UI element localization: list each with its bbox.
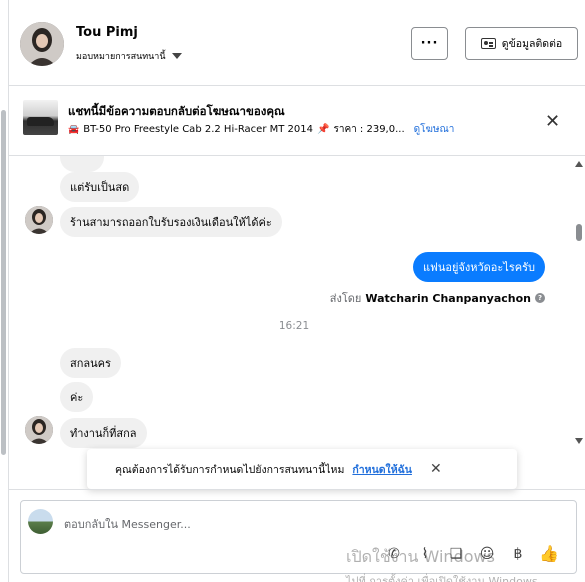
pickup-truck-image <box>27 117 54 126</box>
composer-area: ตอบกลับใน Messenger... เปิดใช้งาน Window… <box>9 489 585 582</box>
sent-by-line: ส่งโดย Watcharin Chanpanyachon ? <box>330 289 545 307</box>
left-scroll-strip[interactable] <box>0 0 9 582</box>
message-bubble: แต่รับเป็นสด <box>60 172 140 202</box>
close-icon[interactable]: ✕ <box>545 111 560 132</box>
assign-prompt-text: คุณต้องการได้รับการกำหนดไปยังการสนทนานี้… <box>115 463 345 476</box>
sender-avatar <box>25 206 53 234</box>
ad-details: 🚘 BT-50 Pro Freestyle Cab 2.2 Hi-Racer M… <box>68 122 454 137</box>
chat-scrollbar[interactable] <box>574 156 585 456</box>
sender-avatar <box>25 416 53 444</box>
assign-label: มอบหมายการสนทนานี้ <box>76 52 166 62</box>
assign-prompt-toast: คุณต้องการได้รับการกำหนดไปยังการสนทนานี้… <box>87 449 517 489</box>
view-contact-label: ดูข้อมูลติดต่อ <box>501 38 563 50</box>
more-options-button[interactable]: ··· <box>411 27 448 60</box>
reply-composer[interactable]: ตอบกลับใน Messenger... เปิดใช้งาน Window… <box>20 500 577 582</box>
view-ad-link[interactable]: ดูโฆษณา <box>414 122 455 137</box>
view-contact-button[interactable]: ดูข้อมูลติดต่อ <box>465 27 578 60</box>
watermark-line-2: ไปที่ การตั้งค่า เพื่อเปิดใช้งาน Windows <box>346 575 538 582</box>
ad-banner-title: แชทนี้มีข้อความตอบกลับต่อโฆษณาของคุณ <box>68 104 285 118</box>
contact-card-icon <box>480 38 496 49</box>
message-bubble: ร้านสามารถออกใบรับรองเงินเดือนให้ได้ค่ะ <box>60 207 282 237</box>
message-bubble: ค่ะ <box>60 382 94 412</box>
assign-conversation-dropdown[interactable]: มอบหมายการสนทนานี้ <box>76 49 182 63</box>
phone-icon[interactable]: ✆ <box>384 546 404 562</box>
message-bubble: สกลนคร <box>60 348 121 378</box>
emoji-icon[interactable]: ☺ <box>477 546 497 562</box>
sender-name: Watcharin Chanpanyachon <box>365 291 531 305</box>
contact-name[interactable]: Tou Pimj <box>76 25 138 40</box>
message-timestamp: 16:21 <box>278 320 310 332</box>
info-icon[interactable]: ? <box>535 293 545 303</box>
assign-to-me-link[interactable]: กำหนดให้ฉัน <box>352 461 412 478</box>
conversation-header: Tou Pimj มอบหมายการสนทนานี้ ··· ดูข้อมูล… <box>9 0 585 86</box>
message-thread[interactable]: แต่รับเป็นสด ร้านสามารถออกใบรับรองเงินเด… <box>9 156 585 456</box>
scroll-up-arrow-icon[interactable] <box>575 161 583 167</box>
composer-toolbar: ✆ ⌇ ❏ ☺ ฿ 👍 <box>384 544 559 563</box>
ad-reply-banner: แชทนี้มีข้อความตอบกลับต่อโฆษณาของคุณ 🚘 B… <box>9 86 585 156</box>
ad-price: ราคา : 239,0... <box>333 124 405 135</box>
sent-by-prefix: ส่งโดย <box>329 292 362 305</box>
caret-down-icon <box>171 53 182 59</box>
thumbs-up-icon[interactable]: 👍 <box>539 544 559 563</box>
left-scroll-thumb[interactable] <box>1 110 6 455</box>
outgoing-message-bubble: แฟนอยู่จังหวัดอะไรครับ <box>412 252 545 282</box>
scroll-thumb[interactable] <box>576 224 582 241</box>
ad-product: BT-50 Pro Freestyle Cab 2.2 Hi-Racer MT … <box>83 124 313 135</box>
baht-payment-icon[interactable]: ฿ <box>508 546 528 562</box>
message-bubble-partial <box>60 156 104 172</box>
message-bubble: ทำงานก็ที่สกล <box>60 418 147 448</box>
paperclip-icon[interactable]: ⌇ <box>415 546 435 562</box>
ad-thumbnail[interactable] <box>23 100 58 135</box>
close-icon[interactable]: ✕ <box>430 461 442 477</box>
car-icon: 🚘 <box>68 124 80 135</box>
pin-icon: 📌 <box>317 124 330 135</box>
contact-avatar[interactable] <box>20 22 64 66</box>
saved-replies-icon[interactable]: ❏ <box>446 546 466 562</box>
page-avatar <box>28 509 53 534</box>
reply-input[interactable]: ตอบกลับใน Messenger... <box>64 515 191 533</box>
scroll-down-arrow-icon[interactable] <box>575 438 583 444</box>
